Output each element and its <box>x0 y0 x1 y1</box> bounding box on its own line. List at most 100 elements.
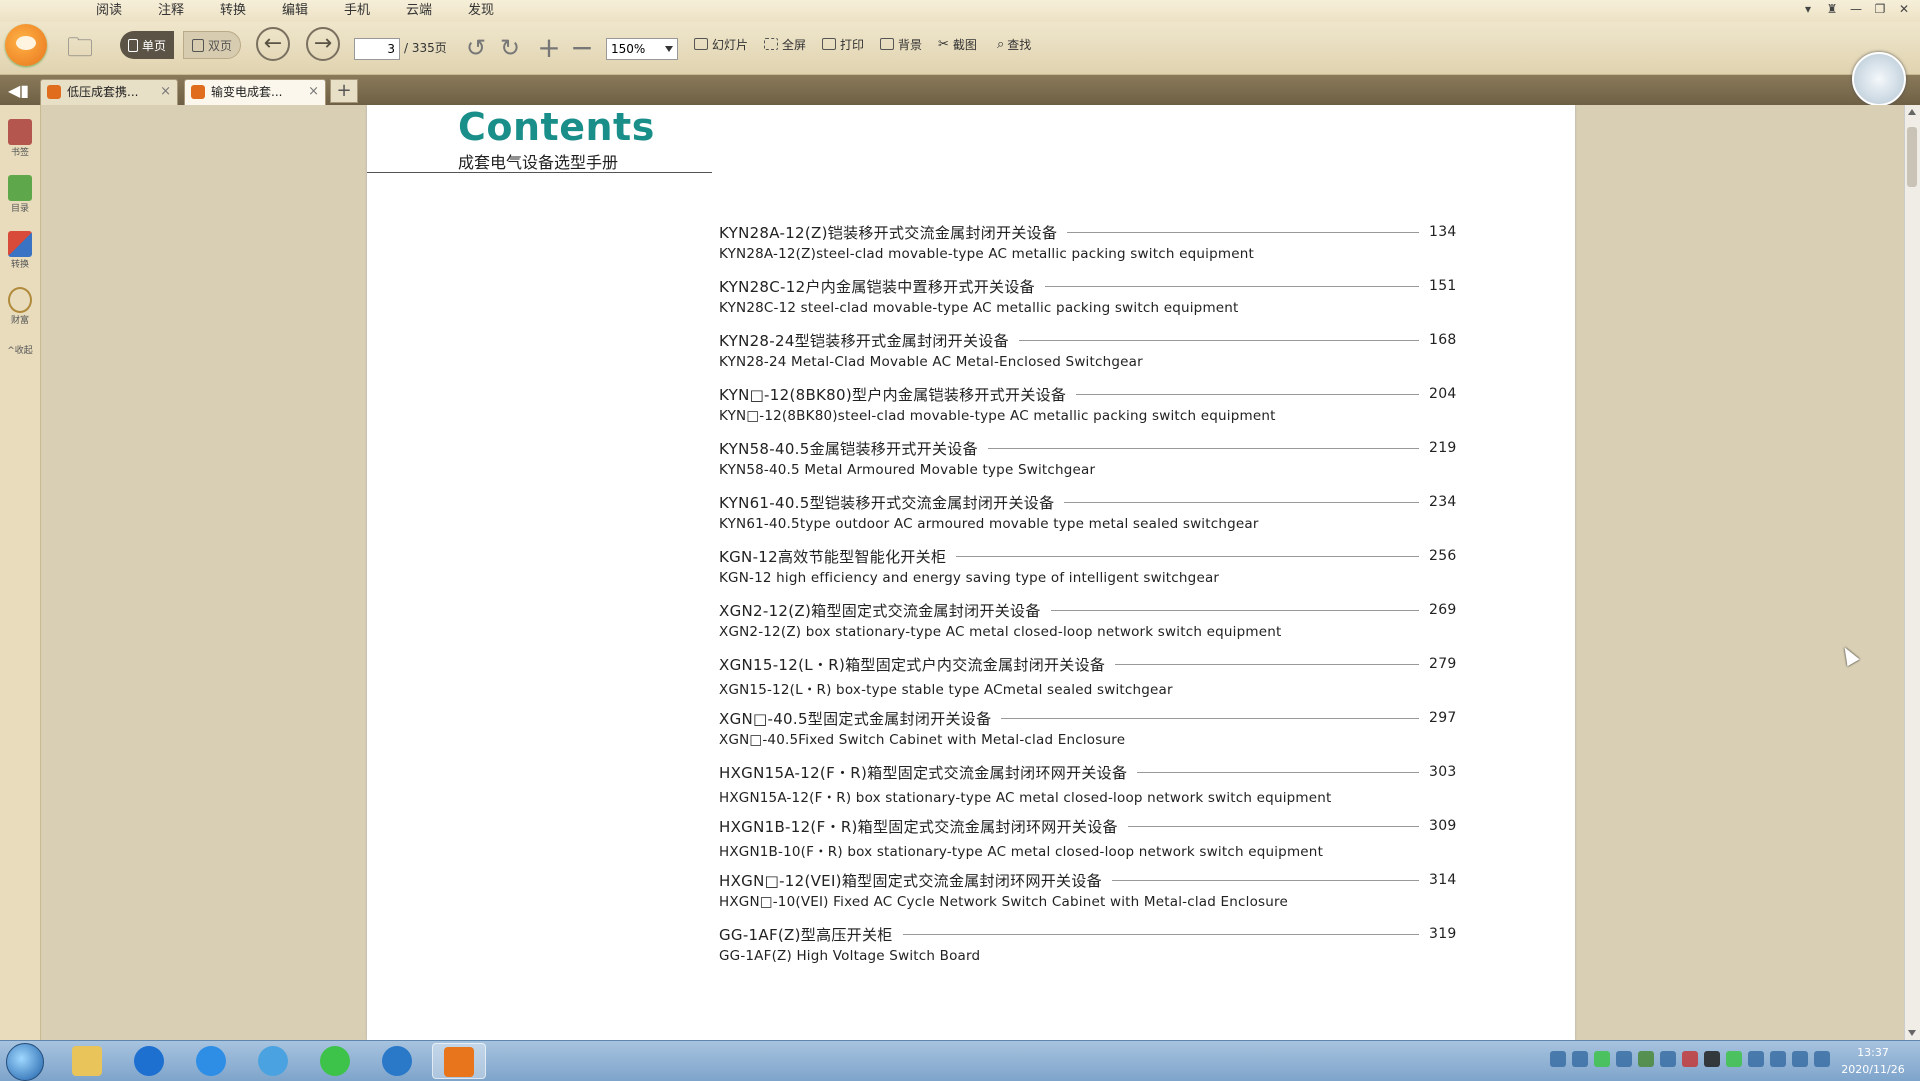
vertical-scrollbar[interactable] <box>1904 105 1920 1040</box>
toc-line: XGN□-40.5型固定式金属封闭开关设备 297 <box>719 707 1456 729</box>
toc-leader <box>1115 663 1419 665</box>
toc-english-title: KYN28C-12 steel-clad movable-type AC met… <box>719 300 1239 316</box>
previous-page-button[interactable]: ← <box>256 27 290 61</box>
zoom-select[interactable]: 150% <box>606 38 678 60</box>
scroll-thumb[interactable] <box>1907 127 1917 187</box>
taskbar-pdf-reader[interactable] <box>432 1043 486 1079</box>
toc-line: KYN28-24型铠装移开式金属封闭开关设备 168 <box>719 329 1456 351</box>
menu-discover[interactable]: 发现 <box>450 0 512 22</box>
taskbar: 13:37 2020/11/26 <box>0 1040 1920 1081</box>
taskbar-edge[interactable] <box>370 1043 424 1079</box>
rotate-left-icon[interactable]: ↺ <box>462 35 490 63</box>
next-page-button[interactable]: → <box>306 27 340 61</box>
minimize-button[interactable]: — <box>1844 0 1868 18</box>
sidebar-item-wealth[interactable]: 财富 <box>4 287 36 326</box>
print-label: 打印 <box>840 37 865 52</box>
toc-leader <box>1001 717 1419 719</box>
search-button[interactable]: ⌕ 查找 <box>997 29 1031 59</box>
qq-icon[interactable] <box>1704 1051 1720 1067</box>
toc-entry[interactable]: HXGN15A-12(F・R)箱型固定式交流金属封闭环网开关设备 303 HXGN1… <box>719 761 1456 815</box>
toolbar: 🗀 单页 双页 ← → 3 / 335页 ↺ ↻ + − 150% 幻灯片 全屏… <box>0 22 1920 75</box>
chat-icon[interactable] <box>1726 1051 1742 1067</box>
toc-page-number: 204 <box>1429 386 1457 402</box>
app-tray-icon[interactable] <box>1638 1051 1654 1067</box>
input-method-icon[interactable] <box>1550 1051 1566 1067</box>
display-icon[interactable] <box>1814 1051 1830 1067</box>
zoom-out-icon[interactable]: − <box>568 34 596 63</box>
toc-entry[interactable]: XGN□-40.5型固定式金属封闭开关设备 297 XGN□-40.5Fixed S… <box>719 707 1456 761</box>
menu-convert[interactable]: 转换 <box>202 0 264 22</box>
menu-mobile[interactable]: 手机 <box>326 0 388 22</box>
open-folder-icon[interactable]: 🗀 <box>66 35 94 63</box>
sidebar-item-contents[interactable]: 目录 <box>4 175 36 214</box>
start-button[interactable] <box>6 1043 44 1081</box>
network-app-icon[interactable] <box>1572 1051 1588 1067</box>
scroll-down-icon[interactable] <box>1908 1030 1916 1036</box>
single-page-button[interactable]: 单页 <box>120 31 175 59</box>
toc-entry[interactable]: XGN2-12(Z)箱型固定式交流金属封闭开关设备 269 XGN2-12(Z) b… <box>719 599 1456 653</box>
toc-entry[interactable]: KYN□-12(8BK80)型户内金属铠装移开式开关设备 204 KYN□-12(8… <box>719 383 1457 437</box>
arrow-app-icon[interactable] <box>1748 1051 1764 1067</box>
taskbar-sogou[interactable] <box>184 1043 238 1079</box>
close-button[interactable]: ✕ <box>1892 0 1916 18</box>
tab-document-2[interactable]: 输变电成套... × <box>184 79 326 105</box>
toc-entry[interactable]: HXGN1B-12(F・R)箱型固定式交流金属封闭环网开关设备 309 HXGN1B… <box>719 815 1456 869</box>
taskbar-wechat[interactable] <box>308 1043 362 1079</box>
chevron-down-icon <box>665 46 673 52</box>
fullscreen-button[interactable]: 全屏 <box>764 29 806 59</box>
toc-entry[interactable]: XGN15-12(L・R)箱型固定式户内交流金属封闭开关设备 279 XGN15-1… <box>719 653 1456 707</box>
document-viewport[interactable]: Contents 成套电气设备选型手册 KYN28A-12(Z)铠装移开式交流金… <box>41 105 1905 1040</box>
shield-icon[interactable] <box>1770 1051 1786 1067</box>
toc-entry[interactable]: KGN-12高效节能型智能化开关柜 256 KGN-12 high efficien… <box>719 545 1456 599</box>
toc-entry[interactable]: KYN28C-12户内金属铠装中置移开式开关设备 151 KYN28C-12 ste… <box>719 275 1456 329</box>
app-logo-icon[interactable] <box>5 24 47 66</box>
page-number-input[interactable]: 3 <box>354 38 400 60</box>
zoom-in-icon[interactable]: + <box>535 34 563 63</box>
pin-icon[interactable] <box>1616 1051 1632 1067</box>
screenshot-button[interactable]: ✂ 截图 <box>938 29 977 59</box>
sidebar-collapse[interactable]: ^收起 <box>4 343 36 356</box>
window-controls: ▾ ♜ — ❐ ✕ <box>1796 0 1916 18</box>
menu-annotate[interactable]: 注释 <box>140 0 202 22</box>
pdf-icon <box>47 85 61 99</box>
collapse-panel-icon[interactable]: ◀▮ <box>8 81 29 100</box>
background-button[interactable]: 背景 <box>880 29 922 59</box>
toc-entry[interactable]: KYN61-40.5型铠装移开式交流金属封闭开关设备 234 KYN61-40.5t… <box>719 491 1456 545</box>
dropdown-icon[interactable]: ▾ <box>1796 0 1820 18</box>
taskbar-explorer[interactable] <box>60 1043 114 1079</box>
double-page-button[interactable]: 双页 <box>183 31 242 59</box>
toc-page-number: 314 <box>1429 872 1457 888</box>
volume-icon[interactable] <box>1792 1051 1808 1067</box>
print-button[interactable]: 打印 <box>822 29 864 59</box>
tab-close-icon[interactable]: × <box>308 80 319 104</box>
menu-cloud[interactable]: 云端 <box>388 0 450 22</box>
menu-read[interactable]: 阅读 <box>78 0 140 22</box>
wechat-tray-icon[interactable] <box>1594 1051 1610 1067</box>
slideshow-button[interactable]: 幻灯片 <box>694 29 748 59</box>
toc-entry[interactable]: KYN58-40.5金属铠装移开式开关设备 219 KYN58-40.5 Metal… <box>719 437 1457 491</box>
sidebar-item-convert[interactable]: 转换 <box>4 231 36 270</box>
toc-title: XGN15-12(L・R)箱型固定式户内交流金属封闭开关设备 <box>719 655 1106 674</box>
security-icon[interactable] <box>1660 1051 1676 1067</box>
new-tab-button[interactable]: + <box>330 79 358 103</box>
menu-edit[interactable]: 编辑 <box>264 0 326 22</box>
toc-entry[interactable]: KYN28-24型铠装移开式金属封闭开关设备 168 KYN28-24 Metal-… <box>719 329 1456 383</box>
maximize-button[interactable]: ❐ <box>1868 0 1892 18</box>
clock[interactable]: 13:37 2020/11/26 <box>1838 1044 1908 1078</box>
taskbar-app-k[interactable] <box>122 1043 176 1079</box>
user-avatar[interactable] <box>1852 52 1906 106</box>
toc-entry[interactable]: HXGN□-12(VEI)箱型固定式交流金属封闭环网开关设备 314 HXGN□-1… <box>719 869 1457 923</box>
tab-document-1[interactable]: 低压成套携... × <box>40 79 178 105</box>
tab-label: 输变电成套... <box>211 85 283 99</box>
rotate-right-icon[interactable]: ↻ <box>496 35 524 63</box>
flag-icon[interactable] <box>1682 1051 1698 1067</box>
taskbar-browser[interactable] <box>246 1043 300 1079</box>
skin-icon[interactable]: ♜ <box>1820 0 1844 18</box>
tab-close-icon[interactable]: × <box>160 80 171 104</box>
sidebar-item-bookmarks[interactable]: 书签 <box>4 119 36 158</box>
toc-entry[interactable]: GG-1AF(Z)型高压开关柜 319 GG-1AF(Z) High Voltage… <box>719 923 1456 977</box>
toc-entry[interactable]: KYN28A-12(Z)铠装移开式交流金属封闭开关设备 134 KYN28A-12(… <box>719 221 1456 275</box>
toc-line: KYN28C-12户内金属铠装中置移开式开关设备 151 <box>719 275 1456 297</box>
scroll-up-icon[interactable] <box>1908 109 1916 115</box>
toc-page-number: 219 <box>1429 440 1457 456</box>
